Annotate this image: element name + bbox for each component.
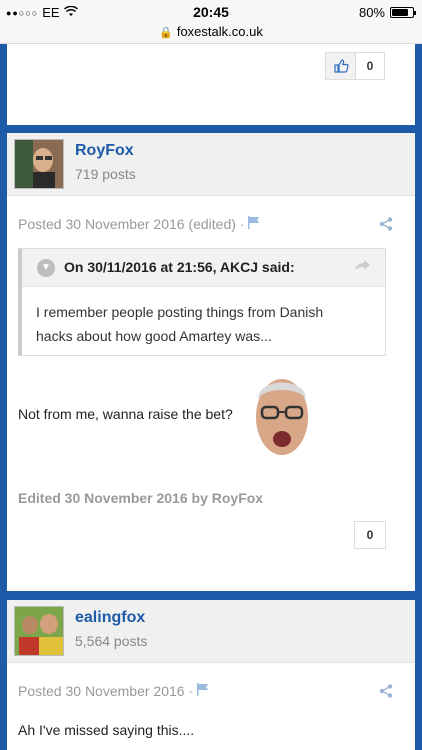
quote-block: ▼ On 30/11/2016 at 21:56, AKCJ said: I r… bbox=[18, 248, 386, 356]
reaction-box: 0 bbox=[325, 52, 385, 80]
posted-date[interactable]: Posted 30 November 2016 (edited) · bbox=[18, 216, 244, 232]
post-meta: Posted 30 November 2016 (edited) · bbox=[18, 216, 260, 232]
browser-status-bar: ●●○○○ EE 20:45 80% 🔒 foxestalk.co.uk bbox=[0, 0, 422, 44]
reply-arrow-icon[interactable] bbox=[355, 258, 371, 275]
chevron-down-icon[interactable]: ▼ bbox=[37, 259, 55, 277]
author-name[interactable]: RoyFox bbox=[75, 142, 134, 160]
emoji-image bbox=[250, 369, 314, 461]
thumbs-up-icon[interactable] bbox=[326, 53, 356, 79]
flag-icon[interactable] bbox=[197, 683, 209, 699]
quote-citation: On 30/11/2016 at 21:56, AKCJ said: bbox=[64, 259, 295, 275]
edited-note: Edited 30 November 2016 by RoyFox bbox=[18, 490, 264, 506]
quote-header: ▼ On 30/11/2016 at 21:56, AKCJ said: bbox=[22, 249, 385, 287]
battery-icon bbox=[390, 7, 416, 18]
posted-date[interactable]: Posted 30 November 2016 · bbox=[18, 683, 193, 699]
quote-text: I remember people posting things from Da… bbox=[22, 287, 385, 361]
battery-status: 80% bbox=[358, 5, 416, 20]
author-post-count: 719 posts bbox=[75, 166, 136, 182]
avatar[interactable] bbox=[14, 139, 64, 189]
share-icon[interactable] bbox=[379, 217, 393, 235]
url-text: foxestalk.co.uk bbox=[176, 24, 263, 39]
quote-line: I remember people posting things from Da… bbox=[36, 304, 324, 320]
avatar[interactable] bbox=[14, 606, 64, 656]
lock-icon: 🔒 bbox=[159, 27, 173, 39]
reaction-count: 0 bbox=[356, 53, 384, 79]
url-bar[interactable]: 🔒 foxestalk.co.uk bbox=[0, 24, 422, 39]
reaction-count[interactable]: 0 bbox=[354, 521, 386, 549]
post-body: Not from me, wanna raise the bet? bbox=[18, 406, 233, 422]
post-card: RoyFox 719 posts Posted 30 November 2016… bbox=[7, 133, 415, 591]
flag-icon[interactable] bbox=[248, 216, 260, 232]
post-meta: Posted 30 November 2016 · bbox=[18, 683, 209, 699]
battery-percent: 80% bbox=[358, 5, 385, 20]
post-card: ealingfox 5,564 posts Posted 30 November… bbox=[7, 600, 415, 750]
previous-post-card: 0 bbox=[7, 44, 415, 125]
author-header: RoyFox 719 posts bbox=[7, 133, 415, 196]
author-header: ealingfox 5,564 posts bbox=[7, 600, 415, 663]
author-post-count: 5,564 posts bbox=[75, 633, 148, 649]
author-name[interactable]: ealingfox bbox=[75, 609, 145, 627]
share-icon[interactable] bbox=[379, 684, 393, 702]
post-body: Ah I've missed saying this.... bbox=[18, 722, 195, 738]
quote-line: hacks about how good Amartey was... bbox=[36, 328, 272, 344]
